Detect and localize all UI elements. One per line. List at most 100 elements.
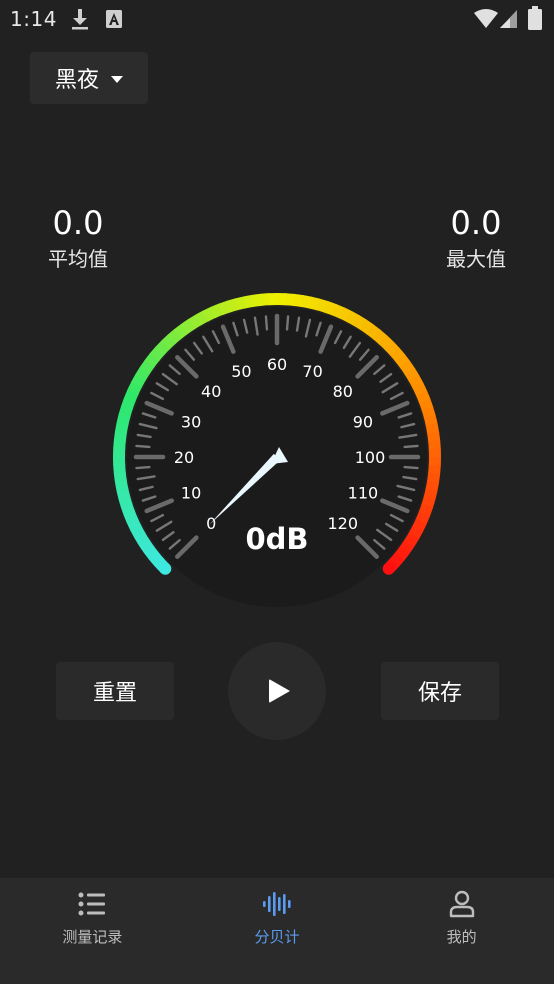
gauge-arc-segment xyxy=(130,524,146,539)
gauge-arc-segment xyxy=(399,360,416,376)
gauge-arc-segment xyxy=(418,398,434,412)
gauge-arc-segment xyxy=(155,340,171,356)
gauge-arc-segment xyxy=(415,511,431,525)
gauge-arc-segment xyxy=(378,335,394,351)
gauge-arc-segment xyxy=(423,414,438,427)
nav-item-decibel-meter[interactable]: 分贝计 xyxy=(185,878,370,984)
gauge-arc-segment xyxy=(113,430,128,442)
nav-label-decibel-meter: 分贝计 xyxy=(254,928,300,946)
gauge-minor-tick xyxy=(264,315,269,331)
gauge-arc-segment xyxy=(394,546,410,562)
gauge-arc-segment xyxy=(210,303,224,319)
gauge-minor-tick xyxy=(135,465,151,470)
gauge-arc-segment xyxy=(187,314,203,330)
gauge-arc-segment xyxy=(259,293,271,306)
gauge-scale-label: 50 xyxy=(231,362,251,381)
gauge-arc-segment xyxy=(180,318,196,335)
gauge-arc-segment xyxy=(428,464,441,476)
gauge-arc-segment xyxy=(338,307,353,323)
gauge-arc-segment xyxy=(113,463,126,475)
gauge-arc-segment xyxy=(116,413,131,426)
gauge-arc-cap xyxy=(159,562,172,575)
gauge-arc-segment xyxy=(202,306,217,322)
gauge-arc-segment xyxy=(226,298,239,313)
gauge-arc-segment xyxy=(149,346,165,362)
sound-wave-icon xyxy=(261,888,293,920)
gauge-scale-label: 110 xyxy=(348,484,379,503)
gauge-arc-segment xyxy=(121,397,136,411)
gauge-minor-tick xyxy=(403,444,419,449)
gauge-arc-segment xyxy=(395,353,411,369)
save-button[interactable]: 保存 xyxy=(381,662,499,720)
gauge-arc-segment xyxy=(423,488,438,501)
gauge-minor-tick xyxy=(135,444,151,449)
gauge-arc-segment xyxy=(352,314,368,331)
gauge-arc-segment xyxy=(359,319,375,335)
gauge-arc-segment xyxy=(144,352,160,368)
gauge-arc-segment xyxy=(425,480,439,493)
gauge-arc-segment xyxy=(292,293,304,308)
bottom-navigation: 测量记录 分贝计 我的 xyxy=(0,878,554,984)
gauge-arc-segment xyxy=(113,438,126,450)
gauge-arc-segment xyxy=(242,294,255,309)
gauge-scale-label: 80 xyxy=(333,382,353,401)
decibel-meter-screen: 1:14 黑夜 0.0 平均值 0.0 最大值 0 10 20 30 40 50… xyxy=(0,0,554,984)
gauge-arc-segment xyxy=(127,381,143,396)
play-button[interactable] xyxy=(228,642,326,740)
gauge-reading: 0dB xyxy=(245,522,308,556)
gauge-arc-segment xyxy=(195,310,210,326)
gauge-arc-segment xyxy=(384,341,400,357)
gauge-arc-segment xyxy=(139,359,155,375)
gauge-arc-segment xyxy=(308,296,321,311)
gauge-arc-segment xyxy=(251,293,263,307)
gauge-arc-segment xyxy=(118,405,133,418)
gauge-arc-segment xyxy=(234,296,247,311)
gauge-arc-segment xyxy=(173,323,189,339)
gauge-arc-segment xyxy=(143,545,159,561)
gauge-arc-segment xyxy=(425,422,440,435)
gauge-scale-label: 70 xyxy=(302,362,322,381)
gauge-scale-label: 40 xyxy=(201,382,221,401)
gauge-arc-segment xyxy=(113,471,127,483)
gauge-arc-cap xyxy=(382,562,395,575)
gauge-arc-segment xyxy=(218,300,232,316)
gauge-scale-label: 30 xyxy=(181,412,201,431)
gauge-arc-segment xyxy=(389,552,405,568)
gauge-arc-segment xyxy=(284,293,296,306)
gauge-minor-tick xyxy=(285,315,290,331)
person-icon xyxy=(446,888,478,920)
gauge-scale-label: 90 xyxy=(353,412,373,431)
gauge-arc-segment xyxy=(114,479,129,492)
gauge-arc-segment xyxy=(389,347,406,363)
nav-item-profile[interactable]: 我的 xyxy=(369,878,554,984)
gauge-arc-segment xyxy=(116,487,131,500)
gauge-arc-segment xyxy=(404,367,420,383)
gauge-arc-segment xyxy=(366,324,382,340)
gauge-arc-segment xyxy=(418,503,433,517)
gauge-arc-segment xyxy=(428,439,441,451)
gauge-arc-segment xyxy=(323,301,337,316)
gauge-arc-segment xyxy=(408,525,424,541)
gauge-arc-segment xyxy=(427,431,441,443)
gauge-arc-segment xyxy=(426,472,441,484)
gauge-arc-segment xyxy=(134,531,150,547)
gauge-scale-label: 120 xyxy=(327,514,358,533)
gauge-scale-label: 0 xyxy=(206,514,216,533)
nav-item-records[interactable]: 测量记录 xyxy=(0,878,185,984)
gauge-arc-segment xyxy=(345,310,361,326)
nav-label-profile: 我的 xyxy=(446,928,477,946)
gauge-arc-segment xyxy=(300,295,313,309)
gauge-arc-segment xyxy=(126,517,142,532)
gauge-arc-segment xyxy=(130,373,146,389)
gauge-arc-segment xyxy=(411,518,427,533)
gauge-arc-segment xyxy=(331,303,345,319)
gauge-arc-segment xyxy=(123,510,139,524)
gauge-arc-segment xyxy=(408,375,424,390)
gauge-arc-segment xyxy=(316,298,329,313)
gauge-arc-segment xyxy=(148,551,165,567)
gauge-arc-segment xyxy=(161,334,177,350)
gauge-arc-segment xyxy=(421,496,436,509)
gauge-arc-segment xyxy=(167,328,183,345)
reset-button[interactable]: 重置 xyxy=(56,662,174,720)
gauge-scale-label: 100 xyxy=(355,448,386,467)
